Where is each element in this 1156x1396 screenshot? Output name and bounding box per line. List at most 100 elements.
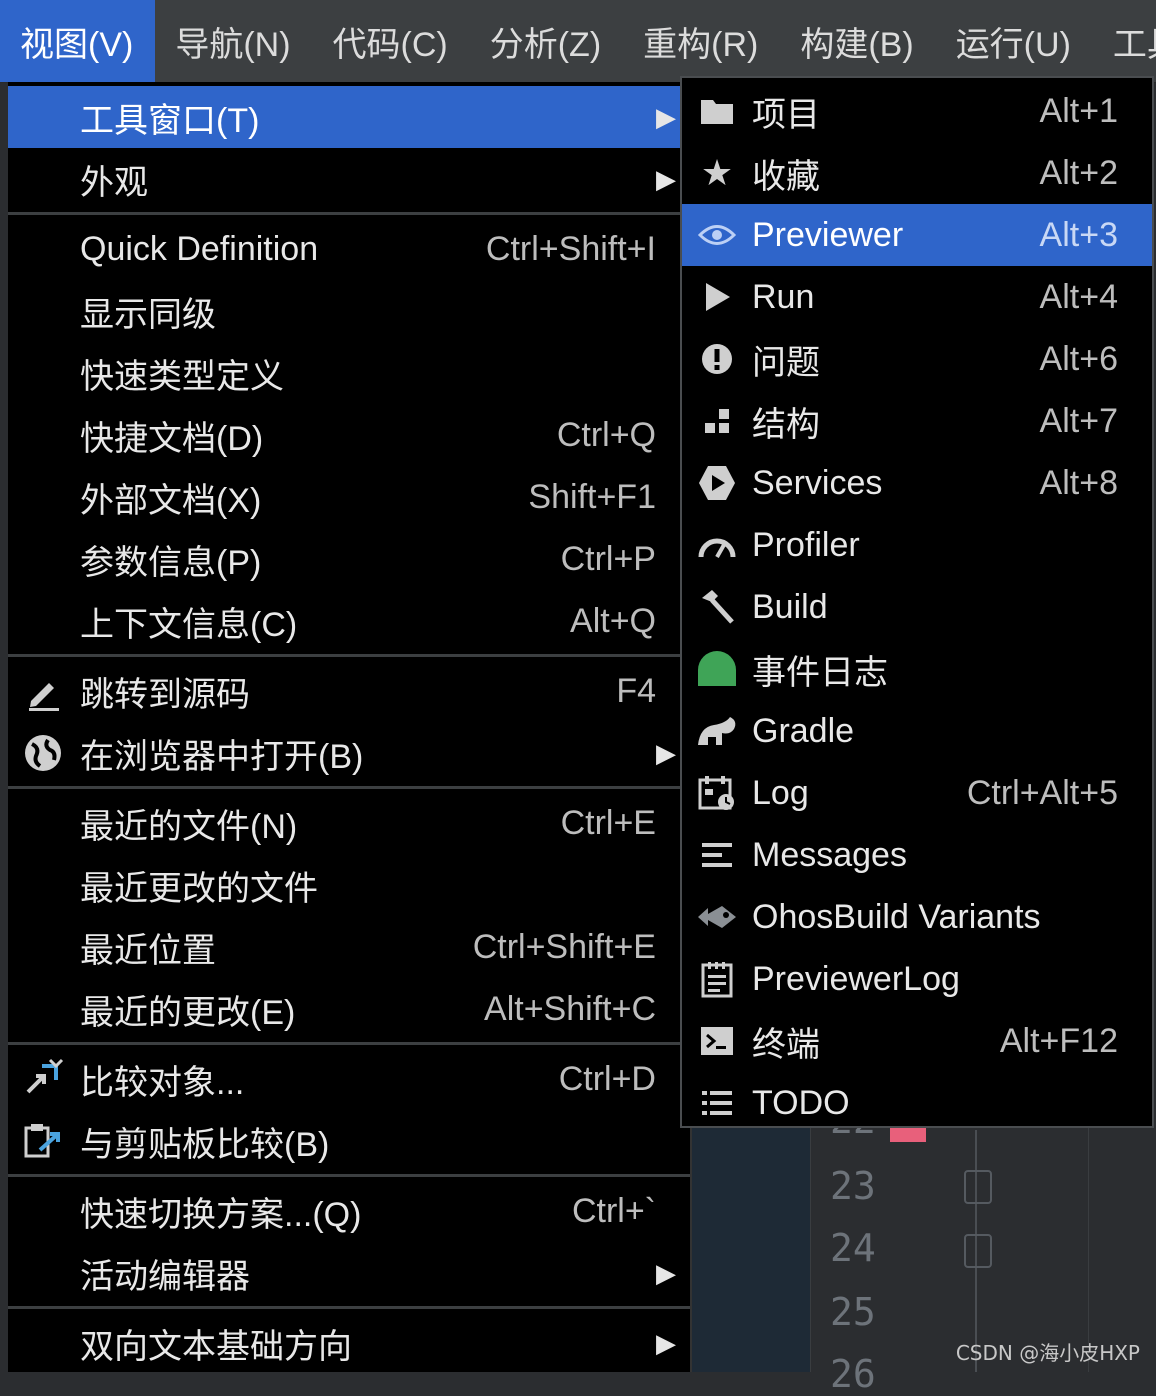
menu-item-quick-switch-scheme[interactable]: 快速切换方案...(Q) Ctrl+` [8,1180,690,1242]
menu-analyze[interactable]: 分析(Z) [470,0,623,82]
menu-item-label: Services [752,463,883,502]
gradle-icon [694,700,740,762]
menu-item-label: 终端 [752,1025,820,1064]
menu-item-label: 最近的更改(E) [80,993,296,1032]
tool-window-favorites[interactable]: ★ 收藏 Alt+2 [682,142,1152,204]
play-icon [694,266,740,328]
clipboard-compare-icon [18,1110,68,1172]
menu-item-jump-to-source[interactable]: 跳转到源码 F4 [8,660,690,722]
menu-item-label: 最近位置 [80,931,216,970]
view-menu: 工具窗口(T) ▶ 外观 ▶ Quick Definition Ctrl+Shi… [8,82,692,1372]
menu-item-label: Gradle [752,711,855,750]
separator [8,654,690,657]
menu-item-label: Run [752,277,815,316]
event-log-icon [694,638,740,700]
menu-item-quick-type-definition[interactable]: 快速类型定义 [8,342,690,404]
tool-window-problems[interactable]: 问题 Alt+6 [682,328,1152,390]
menu-item-label: Log [752,773,809,812]
globe-icon [18,722,68,784]
shortcut: Ctrl+` [571,1191,656,1230]
shortcut: Ctrl+P [560,539,656,578]
shortcut: Shift+F1 [528,477,656,516]
tool-window-gradle[interactable]: Gradle [682,700,1152,762]
shortcut: Alt+4 [1039,277,1118,316]
notepad-icon [694,948,740,1010]
shortcut: Alt+1 [1039,91,1118,130]
menu-item-label: 收藏 [752,157,820,196]
menu-item-label: 快速类型定义 [80,357,284,396]
line-number: 24 [830,1226,876,1270]
shortcut: F4 [616,671,656,710]
tool-window-previewer-log[interactable]: PreviewerLog [682,948,1152,1010]
menu-item-external-doc[interactable]: 外部文档(X) Shift+F1 [8,466,690,528]
tool-window-structure[interactable]: 结构 Alt+7 [682,390,1152,452]
tool-window-event-log[interactable]: 事件日志 [682,638,1152,700]
menu-item-compare-clipboard[interactable]: 与剪贴板比较(B) [8,1110,690,1172]
menu-item-parameter-info[interactable]: 参数信息(P) Ctrl+P [8,528,690,590]
tool-window-previewer[interactable]: Previewer Alt+3 [682,204,1152,266]
eye-icon [694,204,740,266]
tool-window-messages[interactable]: Messages [682,824,1152,886]
menu-tools[interactable]: 工具 [1093,0,1156,82]
shortcut: Alt+Shift+C [484,989,656,1028]
tool-window-log[interactable]: Log Ctrl+Alt+5 [682,762,1152,824]
menu-item-tool-windows[interactable]: 工具窗口(T) ▶ [8,86,690,148]
tool-window-todo[interactable]: TODO [682,1072,1152,1134]
tool-window-services[interactable]: Services Alt+8 [682,452,1152,514]
separator [8,1174,690,1177]
shortcut: Ctrl+D [558,1059,656,1098]
variants-icon [694,886,740,948]
tool-window-run[interactable]: Run Alt+4 [682,266,1152,328]
separator [8,786,690,789]
menu-item-recent-files[interactable]: 最近的文件(N) Ctrl+E [8,792,690,854]
menu-item-recently-changed-files[interactable]: 最近更改的文件 [8,854,690,916]
editor-panel [690,1120,810,1372]
submenu-arrow-icon: ▶ [656,163,676,194]
menu-code[interactable]: 代码(C) [313,0,470,82]
tool-window-profiler[interactable]: Profiler [682,514,1152,576]
menu-item-label: 问题 [752,343,820,382]
menu-build[interactable]: 构建(B) [780,0,935,82]
tool-window-project[interactable]: 项目 Alt+1 [682,80,1152,142]
menu-item-label: OhosBuild Variants [752,897,1041,936]
menu-item-label: 显示同级 [80,295,216,334]
editor-divider [1088,1120,1089,1372]
gauge-icon [694,514,740,576]
menu-item-recent-locations[interactable]: 最近位置 Ctrl+Shift+E [8,916,690,978]
menu-item-label: 最近的文件(N) [80,807,298,846]
menu-view[interactable]: 视图(V) [0,0,156,82]
menu-item-label: 工具窗口(T) [80,101,260,140]
tool-window-ohos-build-variants[interactable]: OhosBuild Variants [682,886,1152,948]
menu-item-quick-doc[interactable]: 快捷文档(D) Ctrl+Q [8,404,690,466]
menu-item-open-in-browser[interactable]: 在浏览器中打开(B) ▶ [8,722,690,784]
menu-item-label: 在浏览器中打开(B) [80,737,364,776]
menu-navigate[interactable]: 导航(N) [155,0,312,82]
menu-item-show-siblings[interactable]: 显示同级 [8,280,690,342]
menu-bar: 视图(V) 导航(N) 代码(C) 分析(Z) 重构(R) 构建(B) 运行(U… [0,0,1156,83]
menu-item-quick-definition[interactable]: Quick Definition Ctrl+Shift+I [8,218,690,280]
menu-item-label: 比较对象... [80,1063,245,1102]
menu-refactor[interactable]: 重构(R) [623,0,780,82]
tool-window-terminal[interactable]: 终端 Alt+F12 [682,1010,1152,1072]
shortcut: Alt+Q [570,601,656,640]
menu-item-compare-with[interactable]: 比较对象... Ctrl+D [8,1048,690,1110]
menu-item-context-info[interactable]: 上下文信息(C) Alt+Q [8,590,690,652]
fold-marker-icon[interactable] [964,1234,992,1268]
watermark: CSDN @海小皮HXP [955,1341,1140,1365]
shortcut: Ctrl+Shift+E [472,927,656,966]
menu-run[interactable]: 运行(U) [936,0,1093,82]
fold-marker-icon[interactable] [964,1170,992,1204]
shortcut: Ctrl+Alt+5 [966,773,1118,812]
shortcut: Alt+7 [1039,401,1118,440]
menu-item-label: 上下文信息(C) [80,605,298,644]
menu-item-active-editor[interactable]: 活动编辑器 ▶ [8,1242,690,1304]
menu-item-recent-changes[interactable]: 最近的更改(E) Alt+Shift+C [8,978,690,1040]
tool-window-build[interactable]: Build [682,576,1152,638]
hammer-icon [694,576,740,638]
terminal-icon [694,1010,740,1072]
menu-item-bidi-text-direction[interactable]: 双向文本基础方向 ▶ [8,1312,690,1374]
menu-item-label: 双向文本基础方向 [80,1327,352,1366]
separator [8,1306,690,1309]
shortcut: Ctrl+Q [556,415,656,454]
menu-item-appearance[interactable]: 外观 ▶ [8,148,690,210]
